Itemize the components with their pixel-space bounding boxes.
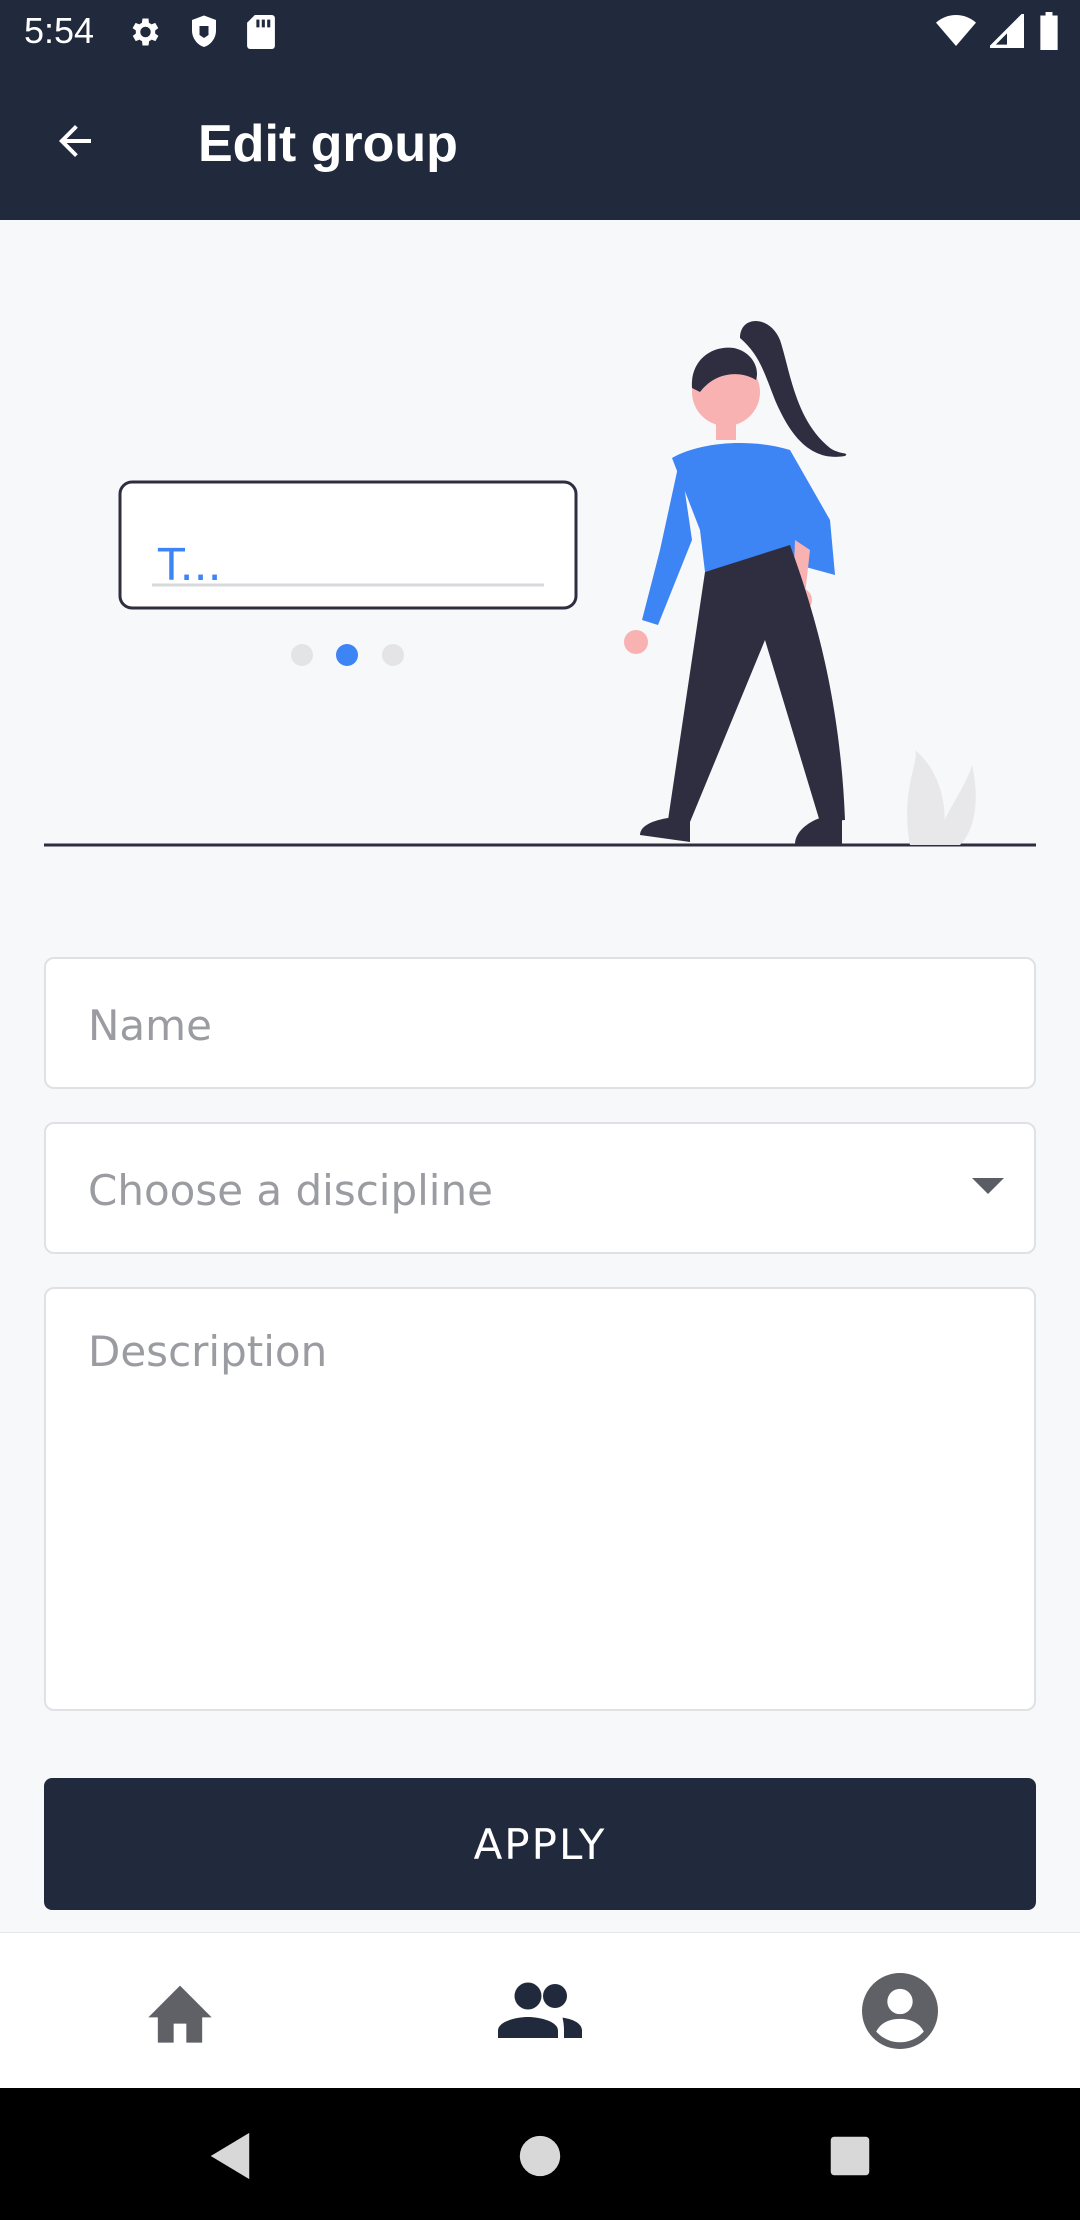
description-field[interactable]: Description — [44, 1287, 1036, 1711]
status-bar: 5:54 — [0, 0, 1080, 66]
name-placeholder: Name — [88, 1001, 212, 1050]
app-bar: Edit group — [0, 66, 1080, 220]
system-home-button[interactable] — [510, 2128, 570, 2188]
wifi-icon — [936, 14, 976, 53]
nav-profile[interactable] — [860, 1972, 940, 2054]
carousel-dot-active — [336, 644, 358, 666]
system-recents-button[interactable] — [820, 2128, 880, 2188]
apply-button[interactable]: APPLY — [44, 1778, 1036, 1910]
name-field[interactable]: Name — [44, 957, 1036, 1089]
circle-home-icon — [518, 2134, 562, 2183]
description-placeholder: Description — [88, 1327, 328, 1376]
bottom-nav — [0, 1932, 1080, 2088]
system-back-button[interactable] — [200, 2128, 260, 2188]
carousel-dots — [291, 644, 404, 666]
carousel-dot — [291, 644, 313, 666]
dropdown-arrow-icon — [972, 1178, 1004, 1194]
nav-groups[interactable] — [498, 1973, 582, 2053]
status-time: 5:54 — [24, 10, 95, 51]
groups-icon — [498, 1981, 582, 2046]
page-title: Edit group — [198, 115, 458, 173]
discipline-placeholder: Choose a discipline — [88, 1166, 493, 1215]
home-icon — [142, 1976, 218, 2051]
status-icons-left — [126, 14, 276, 55]
gear-icon — [126, 14, 162, 55]
illustration-input-box: T... — [118, 480, 578, 610]
profile-icon — [862, 1972, 938, 2054]
carousel-dot — [382, 644, 404, 666]
square-recents-icon — [829, 2135, 871, 2182]
arrow-left-icon — [51, 117, 99, 170]
battery-icon — [1038, 12, 1060, 55]
discipline-select[interactable]: Choose a discipline — [44, 1122, 1036, 1254]
woman-figure — [624, 320, 847, 844]
shield-icon — [188, 14, 220, 55]
status-icons-right — [936, 11, 1060, 55]
sd-card-icon — [246, 15, 276, 54]
signal-icon — [987, 11, 1024, 53]
illustration-input-text: T... — [157, 540, 222, 591]
system-nav-bar — [0, 2088, 1080, 2220]
illustration: T... — [0, 220, 1080, 860]
nav-home[interactable] — [140, 1973, 220, 2053]
triangle-back-icon — [206, 2131, 254, 2186]
back-button[interactable] — [36, 104, 114, 182]
